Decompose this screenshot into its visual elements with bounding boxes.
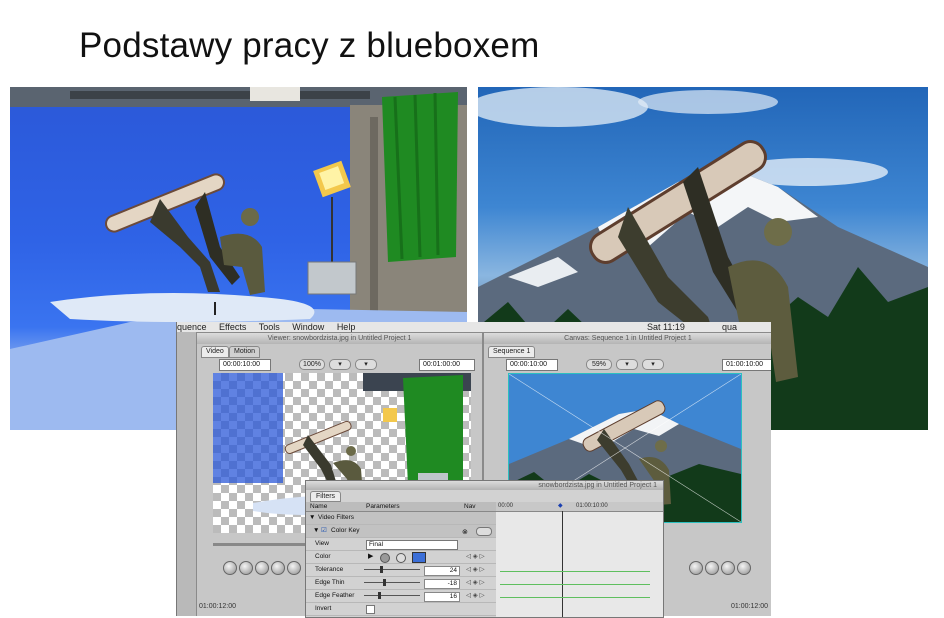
invert-checkbox[interactable] [366, 605, 375, 614]
timeline-mark: 01:00:10:00 [576, 503, 608, 509]
video-filters-group[interactable]: ▼ Video Filters [306, 512, 496, 525]
canvas-timecode-left[interactable]: 00:00:10:00 [506, 359, 558, 371]
param-label: Color [315, 553, 331, 560]
keyframe-graph-line [500, 571, 650, 572]
edge-feather-slider[interactable] [364, 592, 420, 599]
filters-window-title: snowbordzista.jpg in Untitled Project 1 [306, 481, 663, 490]
param-row-view: View Final [306, 538, 496, 551]
view-mode-select[interactable]: ▾ [329, 359, 351, 370]
menu-item[interactable]: Effects [219, 322, 246, 332]
viewer-timecode-right[interactable]: 00:01:00:00 [419, 359, 475, 371]
video-filters-label: Video Filters [318, 514, 355, 521]
keyframe-nav[interactable]: ◁ ◈ ▷ [466, 566, 486, 574]
tab-video[interactable]: Video [201, 346, 229, 358]
keyframe-nav[interactable]: ◁ ◈ ▷ [466, 553, 486, 561]
param-row-edge-thin: Edge Thin -18 ◁ ◈ ▷ [306, 577, 496, 590]
play-button[interactable] [255, 561, 269, 575]
enable-checkbox[interactable]: ☑ [321, 525, 327, 537]
keyframe-graph-line [500, 584, 650, 585]
edge-feather-value[interactable]: 16 [424, 592, 460, 602]
menu-item[interactable]: Help [337, 322, 356, 332]
viewer-window-title: Viewer: snowbordzista.jpg in Untitled Pr… [197, 333, 482, 344]
edge-thin-value[interactable]: -18 [424, 579, 460, 589]
viewer-zoom-select[interactable]: 100% [299, 359, 325, 370]
timeline-ruler: 00:00 ◆ 01:00:10:00 [496, 502, 663, 512]
canvas-window-title: Canvas: Sequence 1 in Untitled Project 1 [484, 333, 771, 344]
key-color-swatch[interactable] [412, 552, 426, 563]
param-row-color: Color ▶ ◁ ◈ ▷ [306, 551, 496, 564]
param-label: View [315, 540, 329, 547]
canvas-play-around-button[interactable] [737, 561, 751, 575]
playhead-line [562, 511, 563, 617]
keyframe-nav[interactable]: ◁ ◈ ▷ [466, 592, 486, 600]
canvas-bottom-timecode: 01:00:12:00 [731, 603, 768, 610]
color-key-label: Color Key [331, 527, 360, 534]
timeline-start: 00:00 [498, 503, 514, 509]
disclosure-triangle-icon[interactable]: ▼ [309, 512, 315, 524]
canvas-overlay-select[interactable]: ▾ [642, 359, 664, 370]
menu-item[interactable]: quence [177, 322, 207, 332]
disclosure-triangle-icon[interactable]: ▼ [313, 525, 319, 537]
tolerance-slider[interactable] [364, 566, 420, 573]
keyframe-nav[interactable]: ◁ ◈ ▷ [466, 579, 486, 587]
next-edit-button[interactable] [271, 561, 285, 575]
canvas-view-select[interactable]: ▾ [616, 359, 638, 370]
tolerance-value[interactable]: 24 [424, 566, 460, 576]
viewer-bottom-timecode: 01:00:12:00 [199, 603, 236, 610]
view-select[interactable]: Final [366, 540, 458, 550]
menu-item[interactable]: Tools [259, 322, 280, 332]
canvas-play-button[interactable] [689, 561, 703, 575]
play-around-button[interactable] [287, 561, 301, 575]
menu-clock: Sat 11:19 [647, 322, 685, 332]
playhead-icon[interactable]: ◆ [558, 502, 563, 511]
disclosure-triangle-icon[interactable]: ▶ [368, 551, 373, 563]
tab-motion[interactable]: Motion [229, 346, 261, 358]
param-row-invert: Invert [306, 603, 496, 616]
play-in-to-out-button[interactable] [223, 561, 237, 575]
param-row-edge-feather: Edge Feather 16 ◁ ◈ ▷ [306, 590, 496, 603]
col-name: Name [310, 503, 328, 510]
tab-filters[interactable]: Filters [310, 491, 342, 502]
col-parameters: Parameters [366, 503, 400, 510]
param-label: Invert [315, 605, 332, 612]
viewer-timecode-left[interactable]: 00:00:10:00 [219, 359, 271, 371]
eyedropper-icon[interactable] [380, 553, 390, 563]
filters-header: Name Parameters Nav [306, 502, 496, 512]
menu-item[interactable]: Window [292, 322, 324, 332]
menu-bar: quence Effects Tools Window Help Sat 11:… [177, 322, 771, 332]
color-key-filter[interactable]: ▼ ☑ Color Key ⊗ [306, 525, 496, 538]
edge-thin-slider[interactable] [364, 579, 420, 586]
previous-edit-button[interactable] [239, 561, 253, 575]
canvas-mark-button[interactable] [721, 561, 735, 575]
overlay-select[interactable]: ▾ [355, 359, 377, 370]
color-picker-icon[interactable] [396, 553, 406, 563]
param-row-tolerance: Tolerance 24 ◁ ◈ ▷ [306, 564, 496, 577]
tab-sequence-1[interactable]: Sequence 1 [488, 346, 536, 358]
param-label: Tolerance [315, 566, 344, 573]
param-label: Edge Thin [315, 579, 345, 586]
slide-title: Podstawy pracy z blueboxem [79, 26, 540, 65]
canvas-timecode-right[interactable]: 01:00:10:00 [722, 359, 771, 371]
keyframe-menu[interactable] [476, 527, 492, 536]
col-nav: Nav [464, 503, 476, 510]
keyframe-timeline[interactable]: 00:00 ◆ 01:00:10:00 [496, 502, 663, 617]
param-label: Edge Feather [315, 592, 355, 599]
keyframe-graph-line [500, 597, 650, 598]
menu-user[interactable]: qua [722, 322, 737, 332]
filters-window: snowbordzista.jpg in Untitled Project 1 … [305, 480, 664, 618]
canvas-zoom-select[interactable]: 59% [586, 359, 612, 370]
canvas-next-edit-button[interactable] [705, 561, 719, 575]
